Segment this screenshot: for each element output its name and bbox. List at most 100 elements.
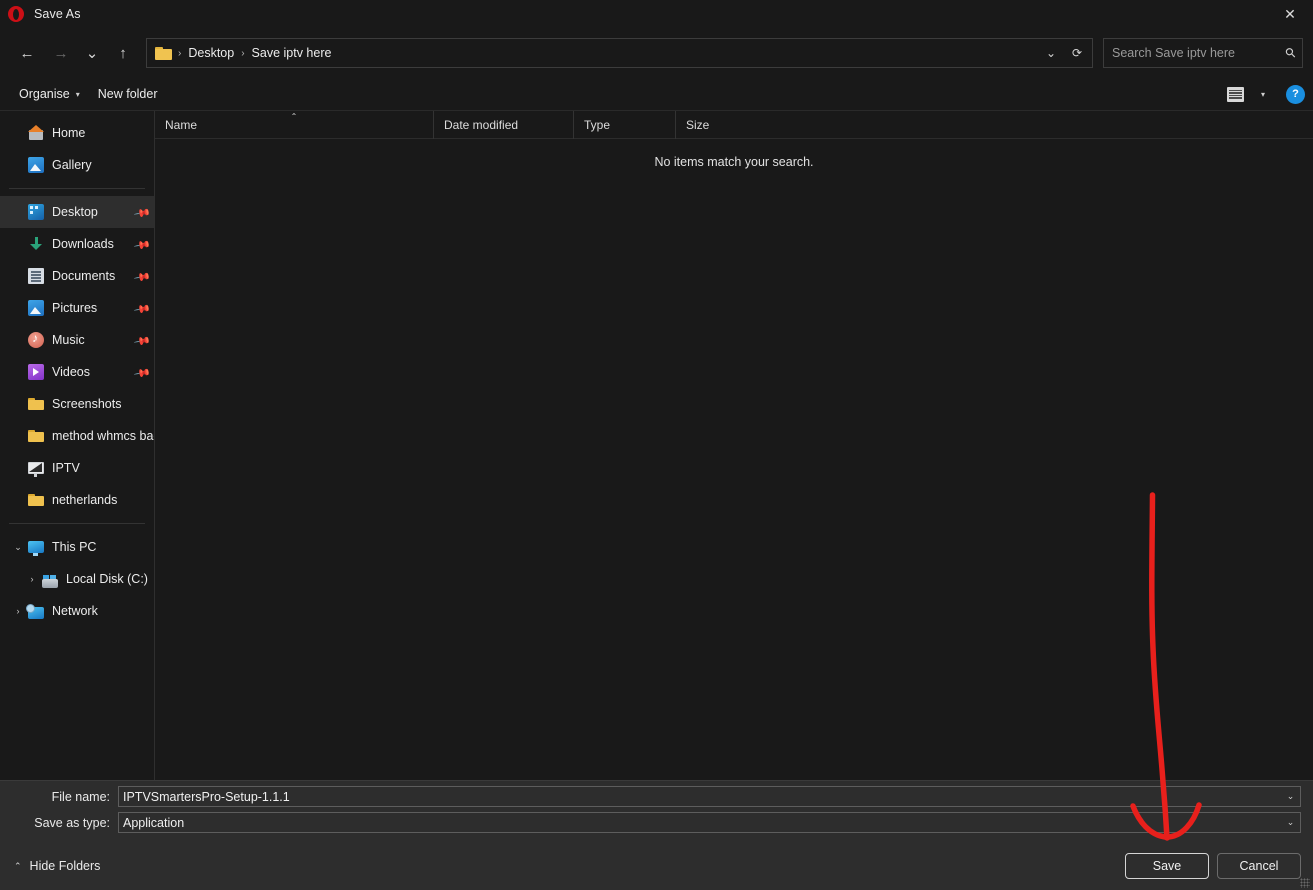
chevron-down-icon[interactable]: ⌄ <box>1280 813 1300 832</box>
forward-button[interactable]: → <box>44 36 78 70</box>
column-label: Type <box>584 118 610 132</box>
chevron-up-icon: ⌃ <box>14 861 22 872</box>
organise-button[interactable]: Organise ▾ <box>10 82 89 106</box>
sidebar-item-screenshots[interactable]: Screenshots <box>0 388 154 420</box>
file-list-pane[interactable]: ⌃ Name Date modified Type Size No items … <box>155 111 1313 780</box>
sidebar-item-label: Music <box>52 333 85 347</box>
column-label: Size <box>686 118 709 132</box>
sidebar-item-label: Documents <box>52 269 115 283</box>
new-folder-button[interactable]: New folder <box>89 82 167 106</box>
chevron-right-icon[interactable]: › <box>8 606 28 616</box>
column-label: Date modified <box>444 118 518 132</box>
recent-locations-button[interactable]: ⌄ <box>78 36 106 70</box>
chevron-down-glyph: ▾ <box>1261 90 1265 99</box>
file-name-input[interactable] <box>119 790 1280 804</box>
refresh-icon[interactable]: ⟳ <box>1064 40 1090 66</box>
column-header-name[interactable]: ⌃ Name <box>155 111 433 139</box>
sidebar-item-videos[interactable]: Videos 📌 <box>0 356 154 388</box>
breadcrumb-separator: › <box>176 48 183 59</box>
file-name-field[interactable]: ⌄ <box>118 786 1301 807</box>
pin-icon[interactable]: 📌 <box>134 206 147 219</box>
back-button[interactable]: ← <box>10 36 44 70</box>
search-box[interactable]: ⚲ <box>1103 38 1303 68</box>
sidebar-item-label: Home <box>52 126 85 140</box>
sidebar-item-this-pc[interactable]: ⌄ This PC <box>0 531 154 563</box>
file-name-row: File name: ⌄ <box>0 786 1313 807</box>
music-icon <box>28 332 44 348</box>
resize-grip[interactable] <box>1300 878 1310 888</box>
footer-buttons: Save Cancel <box>1125 853 1301 879</box>
new-folder-label: New folder <box>98 87 158 101</box>
save-as-type-field[interactable]: ⌄ <box>118 812 1301 833</box>
sidebar-item-gallery[interactable]: Gallery <box>0 149 154 181</box>
opera-logo-icon <box>8 6 24 22</box>
command-bar: Organise ▾ New folder ▾ ? <box>0 78 1313 110</box>
pin-icon[interactable]: 📌 <box>134 334 147 347</box>
sidebar-item-music[interactable]: Music 📌 <box>0 324 154 356</box>
view-list-icon[interactable] <box>1222 82 1248 106</box>
desktop-icon <box>28 204 44 220</box>
title-bar: Save As ✕ <box>0 0 1313 28</box>
column-header-date-modified[interactable]: Date modified <box>433 111 573 139</box>
breadcrumb-item-desktop[interactable]: Desktop <box>183 43 239 63</box>
close-icon[interactable]: ✕ <box>1267 0 1313 28</box>
sidebar-item-label: Network <box>52 604 98 618</box>
up-button[interactable]: ↑ <box>106 36 140 70</box>
pin-icon[interactable]: 📌 <box>134 238 147 251</box>
gallery-icon <box>28 157 44 173</box>
chevron-down-icon[interactable]: ⌄ <box>8 542 28 553</box>
view-chevron-down-icon[interactable]: ▾ <box>1250 82 1276 106</box>
dialog-footer: ⌃ Hide Folders Save Cancel <box>0 848 1313 890</box>
hide-folders-label: Hide Folders <box>30 859 101 873</box>
chevron-down-icon[interactable]: ⌄ <box>1038 40 1064 66</box>
sidebar-item-iptv[interactable]: IPTV <box>0 452 154 484</box>
save-as-type-label: Save as type: <box>0 816 118 830</box>
cancel-button[interactable]: Cancel <box>1217 853 1301 879</box>
address-bar[interactable]: › Desktop › Save iptv here ⌄ ⟳ <box>146 38 1093 68</box>
sidebar-item-documents[interactable]: Documents 📌 <box>0 260 154 292</box>
save-as-type-input[interactable] <box>119 816 1280 830</box>
sidebar-item-home[interactable]: Home <box>0 117 154 149</box>
pin-icon[interactable]: 📌 <box>134 302 147 315</box>
navigation-bar: ← → ⌄ ↑ › Desktop › Save iptv here ⌄ ⟳ ⚲ <box>0 28 1313 78</box>
save-button[interactable]: Save <box>1125 853 1209 879</box>
sidebar-item-label: Videos <box>52 365 90 379</box>
sidebar-item-network[interactable]: › Network <box>0 595 154 627</box>
folder-icon <box>28 492 44 508</box>
chevron-down-icon[interactable]: ⌄ <box>1280 787 1300 806</box>
sidebar-item-desktop[interactable]: Desktop 📌 <box>0 196 154 228</box>
help-button[interactable]: ? <box>1286 85 1305 104</box>
save-as-dialog: Save As ✕ ← → ⌄ ↑ › Desktop › Save iptv … <box>0 0 1313 890</box>
sidebar-item-netherlands[interactable]: netherlands <box>0 484 154 516</box>
sidebar-separator <box>9 188 145 189</box>
sidebar-item-label: This PC <box>52 540 96 554</box>
sidebar-item-method-whmcs[interactable]: method whmcs bac <box>0 420 154 452</box>
sidebar-item-label: Downloads <box>52 237 114 251</box>
videos-icon <box>28 364 44 380</box>
sidebar-item-label: Local Disk (C:) <box>66 572 148 586</box>
sidebar-separator <box>9 523 145 524</box>
chevron-right-icon[interactable]: › <box>22 574 42 584</box>
dialog-body: Home Gallery Desktop 📌 Downloads 📌 <box>0 110 1313 780</box>
file-name-label: File name: <box>0 790 118 804</box>
sort-ascending-icon: ⌃ <box>291 112 298 121</box>
search-input[interactable] <box>1112 46 1286 60</box>
column-label: Name <box>165 118 197 132</box>
column-header-size[interactable]: Size <box>675 111 756 139</box>
pin-icon[interactable]: 📌 <box>134 270 147 283</box>
sidebar-item-pictures[interactable]: Pictures 📌 <box>0 292 154 324</box>
sidebar-item-label: IPTV <box>52 461 80 475</box>
pin-icon[interactable]: 📌 <box>134 366 147 379</box>
empty-state-message: No items match your search. <box>155 155 1313 169</box>
sidebar-item-label: method whmcs bac <box>52 429 154 443</box>
this-pc-icon <box>28 541 44 553</box>
folder-icon <box>28 428 44 444</box>
sidebar-item-downloads[interactable]: Downloads 📌 <box>0 228 154 260</box>
sidebar-item-local-disk-c[interactable]: › Local Disk (C:) <box>0 563 154 595</box>
breadcrumb-item-current[interactable]: Save iptv here <box>247 43 337 63</box>
column-header-type[interactable]: Type <box>573 111 675 139</box>
sidebar-item-label: Screenshots <box>52 397 121 411</box>
hide-folders-button[interactable]: ⌃ Hide Folders <box>8 856 106 876</box>
window-title: Save As <box>34 7 81 21</box>
downloads-icon <box>28 236 44 252</box>
